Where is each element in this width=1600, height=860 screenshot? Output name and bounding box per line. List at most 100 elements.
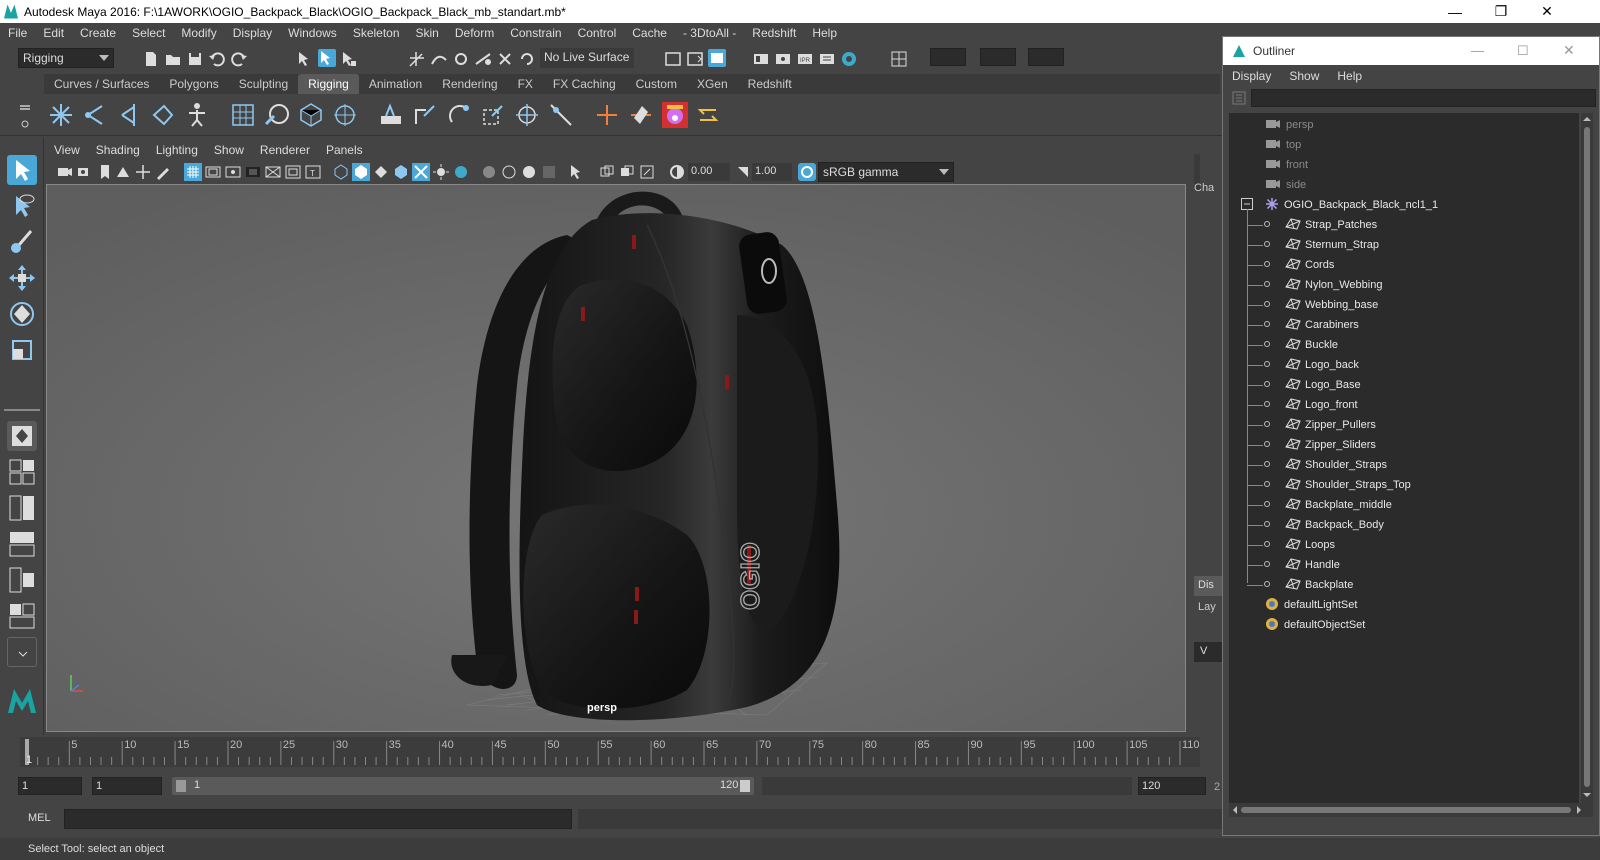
new-scene-icon[interactable] xyxy=(142,50,160,68)
menu-item-deform[interactable]: Deform xyxy=(447,26,502,40)
render-sequence-icon[interactable] xyxy=(774,50,792,68)
resolution-gate-icon[interactable] xyxy=(224,163,242,181)
grease-pencil-icon[interactable] xyxy=(154,163,172,181)
outliner-item-logo-front[interactable]: Logo_front xyxy=(1229,395,1579,415)
menu-set-dropdown[interactable]: Rigging xyxy=(18,48,114,68)
orient-constraint-icon[interactable] xyxy=(446,102,472,128)
outliner-menu-help[interactable]: Help xyxy=(1328,69,1371,83)
range-start-handle[interactable] xyxy=(176,780,186,792)
expand-dot-icon[interactable] xyxy=(1263,559,1271,571)
outliner-menu-display[interactable]: Display xyxy=(1223,69,1280,83)
view-transform-dropdown[interactable]: sRGB gamma xyxy=(818,162,954,182)
restore-button[interactable]: ❐ xyxy=(1478,0,1524,23)
outliner-item-logo-back[interactable]: Logo_back xyxy=(1229,355,1579,375)
expand-dot-icon[interactable] xyxy=(1263,219,1271,231)
pole-vector-icon[interactable] xyxy=(548,102,574,128)
open-scene-icon[interactable] xyxy=(164,50,182,68)
snap-curve-icon[interactable] xyxy=(430,50,448,68)
live-surface-field[interactable]: No Live Surface xyxy=(540,48,634,68)
select-camera-icon[interactable] xyxy=(56,163,74,181)
scroll-up-icon[interactable] xyxy=(1583,115,1591,123)
scroll-thumb-horizontal[interactable] xyxy=(1241,807,1571,813)
menu-item-windows[interactable]: Windows xyxy=(280,26,345,40)
undo-icon[interactable] xyxy=(208,50,226,68)
grid-toggle-icon[interactable] xyxy=(184,163,202,181)
expand-dot-icon[interactable] xyxy=(1263,539,1271,551)
outliner-item-webbing-base[interactable]: Webbing_base xyxy=(1229,295,1579,315)
film-gate-icon[interactable] xyxy=(204,163,222,181)
persp-graph-layout[interactable] xyxy=(7,601,37,631)
y-coordinate-field[interactable] xyxy=(980,48,1016,66)
shelf-tab-rigging[interactable]: Rigging xyxy=(298,74,359,94)
menu-item-file[interactable]: File xyxy=(0,26,35,40)
outliner-item-sternum-strap[interactable]: Sternum_Strap xyxy=(1229,235,1579,255)
humanik-icon[interactable] xyxy=(184,102,210,128)
outliner-item-strap-patches[interactable]: Strap_Patches xyxy=(1229,215,1579,235)
multisample-icon[interactable] xyxy=(520,163,538,181)
range-end-handle[interactable] xyxy=(740,780,750,792)
single-view-layout[interactable] xyxy=(7,421,37,451)
outliner-item-backplate[interactable]: Backplate xyxy=(1229,575,1579,595)
menu-item-help[interactable]: Help xyxy=(804,26,845,40)
menu-item-control[interactable]: Control xyxy=(570,26,625,40)
save-scene-icon[interactable] xyxy=(186,50,204,68)
depth-of-field-icon[interactable] xyxy=(540,163,558,181)
expand-dot-icon[interactable] xyxy=(1263,279,1271,291)
select-tool[interactable] xyxy=(7,155,37,185)
panel-menu-shading[interactable]: Shading xyxy=(88,143,148,157)
expand-dot-icon[interactable] xyxy=(1263,479,1271,491)
point-constraint-icon[interactable] xyxy=(412,102,438,128)
panel-menu-panels[interactable]: Panels xyxy=(318,143,371,157)
menu-item-constrain[interactable]: Constrain xyxy=(502,26,569,40)
redshift-object-icon[interactable] xyxy=(662,102,688,128)
smooth-bind-icon[interactable] xyxy=(264,102,290,128)
hypershade-icon[interactable] xyxy=(840,50,858,68)
expand-dot-icon[interactable] xyxy=(1263,239,1271,251)
xray-joints-icon[interactable] xyxy=(598,163,616,181)
expand-dot-icon[interactable] xyxy=(1263,399,1271,411)
outliner-item-cords[interactable]: Cords xyxy=(1229,255,1579,275)
shelf-tab-fx[interactable]: FX xyxy=(508,74,543,94)
outliner-item-carabiners[interactable]: Carabiners xyxy=(1229,315,1579,335)
ik-handle-icon[interactable] xyxy=(82,102,108,128)
snap-view-plane-icon[interactable] xyxy=(474,50,492,68)
outliner-item-camera-front[interactable]: front xyxy=(1229,155,1579,175)
menu-item-display[interactable]: Display xyxy=(225,26,280,40)
panel-menu-renderer[interactable]: Renderer xyxy=(252,143,318,157)
two-d-pan-icon[interactable] xyxy=(134,163,152,181)
menu-item-3dtoall[interactable]: - 3DtoAll - xyxy=(675,26,744,40)
menu-item-skeleton[interactable]: Skeleton xyxy=(345,26,408,40)
aim-constraint-icon[interactable] xyxy=(514,102,540,128)
shelf-tab-sculpting[interactable]: Sculpting xyxy=(229,74,298,94)
move-tool[interactable] xyxy=(7,263,37,293)
input-ops-icon[interactable] xyxy=(664,50,682,68)
textured-icon[interactable] xyxy=(392,163,410,181)
expand-dot-icon[interactable] xyxy=(1263,259,1271,271)
field-chart-icon[interactable] xyxy=(264,163,282,181)
playback-end-field[interactable]: 120 xyxy=(1138,777,1206,795)
outliner-item-nylon-webbing[interactable]: Nylon_Webbing xyxy=(1229,275,1579,295)
filter-icon[interactable] xyxy=(1231,90,1247,106)
outliner-horizontal-scrollbar[interactable] xyxy=(1229,803,1593,817)
graph-editor-layout[interactable] xyxy=(7,529,37,559)
wireframe-on-shaded-icon[interactable] xyxy=(372,163,390,181)
ik-spline-icon[interactable] xyxy=(116,102,142,128)
menu-item-redshift[interactable]: Redshift xyxy=(744,26,804,40)
parent-constraint-icon[interactable] xyxy=(378,102,404,128)
menu-item-modify[interactable]: Modify xyxy=(173,26,224,40)
panel-menu-show[interactable]: Show xyxy=(206,143,252,157)
scale-tool[interactable] xyxy=(7,335,37,365)
minimize-button[interactable]: — xyxy=(1432,0,1478,23)
lights-icon[interactable] xyxy=(432,163,450,181)
expand-dot-icon[interactable] xyxy=(1263,299,1271,311)
paint-select-tool[interactable] xyxy=(7,227,37,257)
expand-dot-icon[interactable] xyxy=(1263,579,1271,591)
outliner-menu-show[interactable]: Show xyxy=(1280,69,1328,83)
locator-icon[interactable] xyxy=(594,102,620,128)
scroll-right-icon[interactable] xyxy=(1575,806,1583,814)
expand-dot-icon[interactable] xyxy=(1263,339,1271,351)
xray-components-icon[interactable] xyxy=(618,163,636,181)
gamma-icon[interactable] xyxy=(734,163,752,181)
bind-skin-icon[interactable] xyxy=(230,102,256,128)
scene-start-field[interactable]: 1 xyxy=(18,777,82,795)
